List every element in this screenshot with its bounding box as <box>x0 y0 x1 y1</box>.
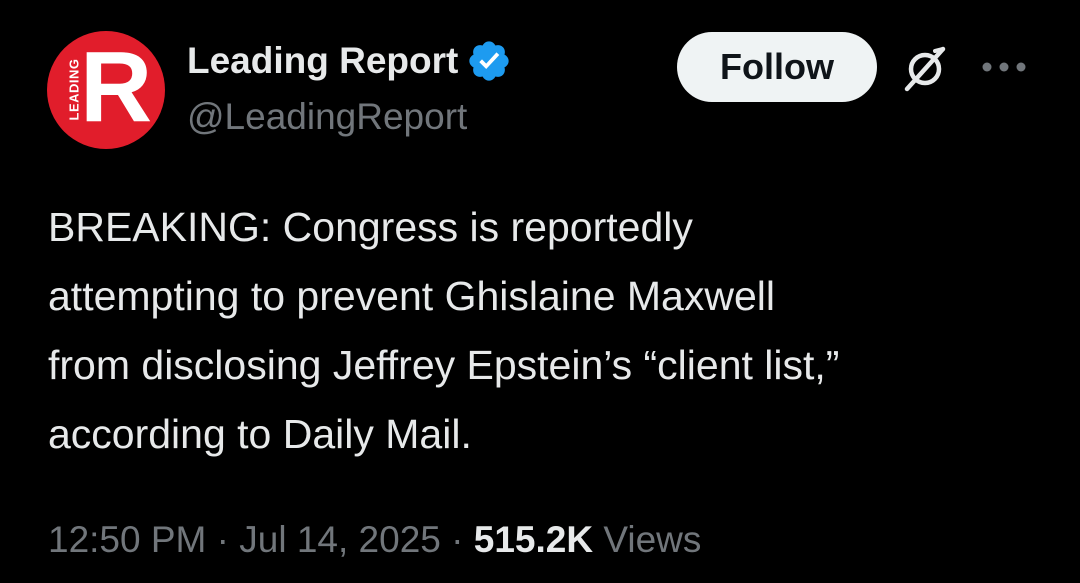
tweet-card: LEADING R Leading Report @LeadingReport … <box>0 0 1080 583</box>
author-handle[interactable]: @LeadingReport <box>187 94 467 140</box>
tweet-time[interactable]: 12:50 PM <box>48 519 206 560</box>
avatar[interactable]: LEADING R <box>47 31 165 149</box>
tweet-text-line: BREAKING: Congress is reportedly <box>48 204 693 250</box>
avatar-side-text: LEADING <box>66 58 82 121</box>
tweet-text-line: attempting to prevent Ghislaine Maxwell <box>48 273 775 319</box>
tweet-date[interactable]: Jul 14, 2025 <box>239 519 441 560</box>
tweet-text: BREAKING: Congress is reportedly attempt… <box>48 193 1048 469</box>
views-label: Views <box>603 519 702 560</box>
tweet-meta: 12:50 PM · Jul 14, 2025 · 515.2K Views <box>48 516 701 564</box>
views-count: 515.2K <box>473 519 594 560</box>
verified-badge-icon <box>469 41 509 81</box>
more-horizontal-icon[interactable] <box>978 52 1030 82</box>
meta-separator: · <box>216 519 229 560</box>
author-display-name[interactable]: Leading Report <box>187 38 458 84</box>
avatar-letter: R <box>80 31 153 143</box>
tweet-text-line: from disclosing Jeffrey Epstein’s “clien… <box>48 342 840 388</box>
tweet-text-line: according to Daily Mail. <box>48 411 472 457</box>
follow-button[interactable]: Follow <box>677 32 877 102</box>
author-name-row: Leading Report <box>187 38 512 84</box>
grok-icon[interactable] <box>899 43 951 93</box>
meta-separator: · <box>451 519 464 560</box>
